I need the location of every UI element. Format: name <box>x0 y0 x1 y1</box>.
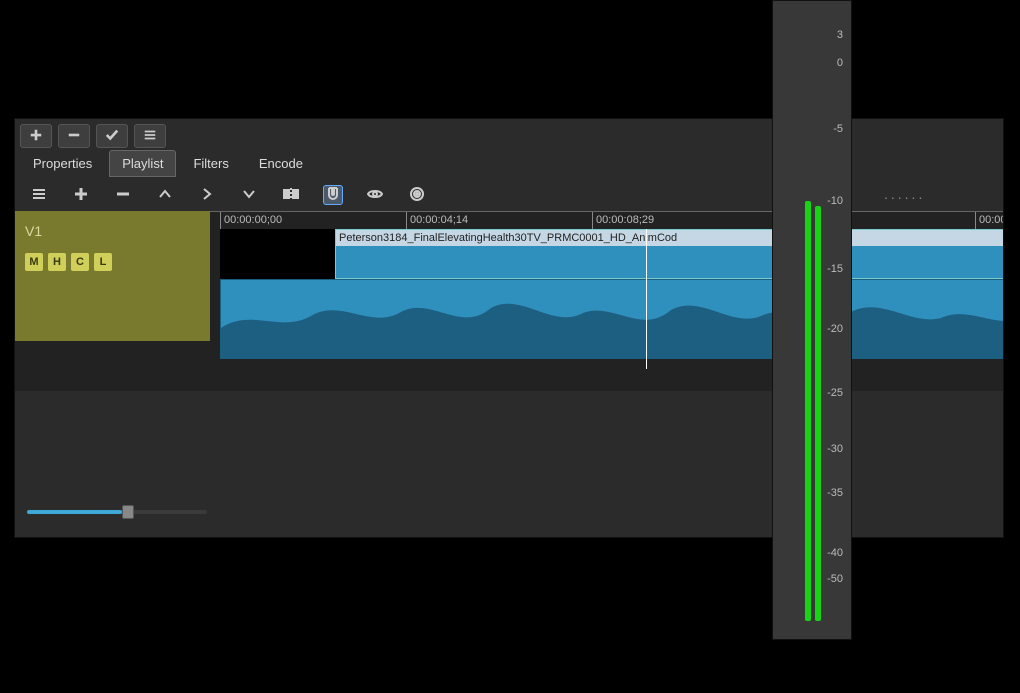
ruler-tick: 00:00: <box>975 212 1003 229</box>
eye-icon <box>367 186 383 205</box>
zoom-thumb[interactable] <box>122 505 134 519</box>
playhead[interactable] <box>646 229 647 369</box>
tab-filters[interactable]: Filters <box>180 150 241 177</box>
meter-label: -40 <box>827 547 843 559</box>
tl-split-button[interactable] <box>281 185 301 205</box>
meter-label: 0 <box>837 57 843 69</box>
chevron-up-icon <box>157 186 173 205</box>
meter-label: -50 <box>827 573 843 585</box>
tl-target-button[interactable] <box>407 185 427 205</box>
meter-label: -10 <box>827 195 843 207</box>
add-button[interactable] <box>20 124 52 148</box>
minus-icon <box>115 186 131 205</box>
clip-leader[interactable] <box>220 229 335 279</box>
clip-area[interactable]: Peterson3184_FinalElevatingHealth30TV_PR… <box>210 229 1003 369</box>
chevron-down-icon <box>241 186 257 205</box>
track-lock-toggle[interactable]: L <box>94 253 112 271</box>
meter-bars <box>805 191 821 621</box>
magnet-icon <box>325 186 341 205</box>
hamburger-icon <box>31 186 47 205</box>
ruler-tick: 00:00:04;14 <box>406 212 468 229</box>
top-toolbar <box>15 119 1003 148</box>
meter-label: -30 <box>827 443 843 455</box>
hamburger-icon <box>143 128 157 145</box>
ruler-tick: 00:00:00;00 <box>220 212 282 229</box>
track-header[interactable]: V1 M H C L <box>15 211 210 341</box>
plus-icon <box>73 186 89 205</box>
editor-window: Properties Playlist Filters Encode V1 M … <box>14 118 1004 538</box>
meter-label: -5 <box>833 123 843 135</box>
tab-properties[interactable]: Properties <box>20 150 105 177</box>
confirm-button[interactable] <box>96 124 128 148</box>
zoom-track <box>27 510 207 514</box>
tl-down-button[interactable] <box>239 185 259 205</box>
track-toggles: M H C L <box>25 253 200 271</box>
timeline[interactable]: V1 M H C L 00:00:00;00 00:00:04;14 00:00… <box>15 211 1003 391</box>
decorative-dots: ...... <box>884 186 925 202</box>
zoom-slider[interactable] <box>27 507 207 517</box>
waveform-icon <box>221 279 1003 358</box>
panel-tabs: Properties Playlist Filters Encode <box>15 150 1003 177</box>
track-name-label: V1 <box>25 223 200 239</box>
track-hide-toggle[interactable]: H <box>48 253 66 271</box>
tab-encode[interactable]: Encode <box>246 150 316 177</box>
meter-bar-right <box>815 206 821 621</box>
clip-title-label: Peterson3184_FinalElevatingHealth30TV_PR… <box>336 230 1003 246</box>
check-icon <box>105 128 119 145</box>
meter-label: -35 <box>827 487 843 499</box>
meter-label: -20 <box>827 323 843 335</box>
remove-button[interactable] <box>58 124 90 148</box>
tl-add-button[interactable] <box>71 185 91 205</box>
more-button[interactable] <box>134 124 166 148</box>
meter-label: -25 <box>827 387 843 399</box>
clip-main-video[interactable]: Peterson3184_FinalElevatingHealth30TV_PR… <box>335 229 1003 279</box>
tl-up-button[interactable] <box>155 185 175 205</box>
ruler-tick: 00:00:08;29 <box>592 212 654 229</box>
audio-meter-panel: 3 0 -5 -10 -15 -20 -25 -30 -35 -40 -50 <box>772 0 852 640</box>
tab-playlist[interactable]: Playlist <box>109 150 176 177</box>
meter-label: -15 <box>827 263 843 275</box>
tl-remove-button[interactable] <box>113 185 133 205</box>
track-mute-toggle[interactable]: M <box>25 253 43 271</box>
timeline-toolbar <box>15 177 1003 211</box>
plus-icon <box>29 128 43 145</box>
tl-snap-button[interactable] <box>323 185 343 205</box>
meter-bar-left <box>805 201 811 621</box>
zoom-fill <box>27 510 122 514</box>
split-icon <box>283 186 299 205</box>
minus-icon <box>67 128 81 145</box>
tl-visibility-button[interactable] <box>365 185 385 205</box>
track-composite-toggle[interactable]: C <box>71 253 89 271</box>
time-ruler[interactable]: 00:00:00;00 00:00:04;14 00:00:08;29 00:0… <box>210 211 1003 229</box>
tl-next-button[interactable] <box>197 185 217 205</box>
clip-main-audio[interactable] <box>220 279 1003 359</box>
chevron-right-icon <box>199 186 215 205</box>
target-icon <box>409 186 425 205</box>
meter-label: 3 <box>837 29 843 41</box>
tl-menu-button[interactable] <box>29 185 49 205</box>
